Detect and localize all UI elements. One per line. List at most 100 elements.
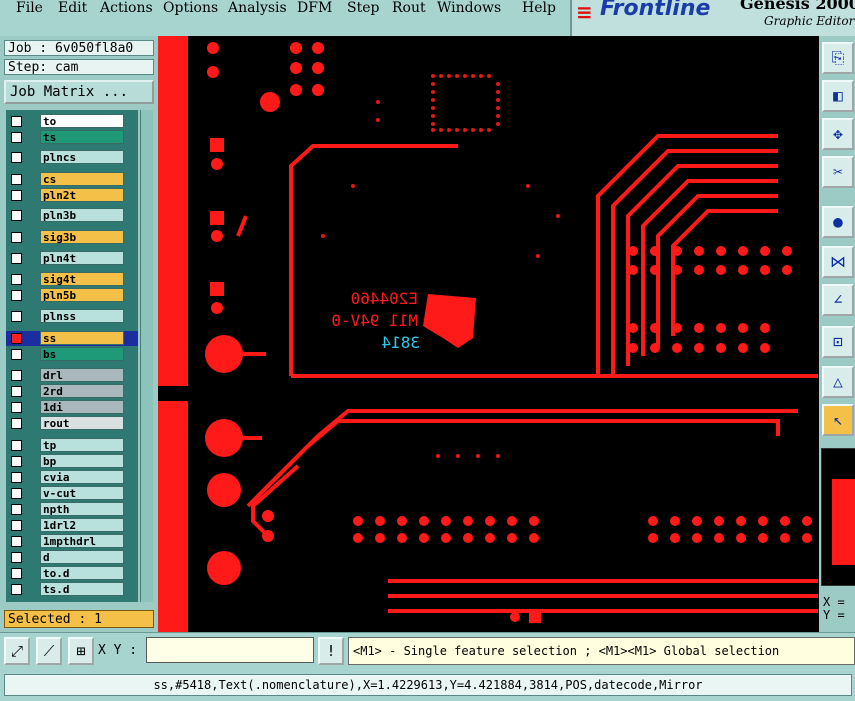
layer-checkbox[interactable]	[11, 232, 22, 243]
menu-dfm[interactable]: DFM	[297, 0, 332, 16]
layer-name[interactable]: sig4t	[40, 272, 124, 286]
layer-name[interactable]: drl	[40, 368, 124, 382]
layer-name[interactable]: 1drl2	[40, 518, 124, 532]
layer-name[interactable]: bs	[40, 347, 124, 361]
layer-row[interactable]: pln2t	[6, 188, 138, 203]
layer-row[interactable]: ts	[6, 130, 138, 145]
menu-file[interactable]: File	[16, 0, 43, 16]
grid-icon[interactable]: ⊞	[68, 637, 94, 665]
menu-rout[interactable]: Rout	[392, 0, 426, 16]
layer-row[interactable]: ss	[6, 331, 138, 346]
layer-name[interactable]: pln4t	[40, 251, 124, 265]
layer-name[interactable]: rout	[40, 416, 124, 430]
layer-checkbox[interactable]	[11, 116, 22, 127]
layer-checkbox[interactable]	[11, 174, 22, 185]
menu-options[interactable]: Options	[163, 0, 218, 16]
graphic-canvas[interactable]: E204460 M11 94V-0 3814	[158, 36, 819, 632]
layer-row[interactable]: pln3b	[6, 208, 138, 223]
layer-row[interactable]: tp	[6, 438, 138, 453]
layer-checkbox[interactable]	[11, 536, 22, 547]
job-matrix-button[interactable]: Job Matrix ...	[4, 80, 154, 104]
layer-name[interactable]: pln2t	[40, 188, 124, 202]
layer-name[interactable]: plncs	[40, 150, 124, 164]
layer-name[interactable]: d	[40, 550, 124, 564]
layer-row[interactable]: bp	[6, 454, 138, 469]
menu-windows[interactable]: Windows	[437, 0, 501, 16]
layer-checkbox[interactable]	[11, 456, 22, 467]
layer-row[interactable]: pln4t	[6, 251, 138, 266]
layer-name[interactable]: plnss	[40, 309, 124, 323]
layer-row[interactable]: 1mpthdrl	[6, 534, 138, 549]
zoom-area-icon[interactable]: ⟋	[36, 637, 62, 665]
zoom-fit-icon[interactable]: ⤢	[4, 637, 30, 665]
layer-row[interactable]: 1drl2	[6, 518, 138, 533]
layer-name[interactable]: ts.d	[40, 582, 124, 596]
layer-row[interactable]: rout	[6, 416, 138, 431]
layer-checkbox[interactable]	[11, 274, 22, 285]
menu-edit[interactable]: Edit	[58, 0, 87, 16]
layer-checkbox[interactable]	[11, 402, 22, 413]
triangle-icon[interactable]: △	[822, 366, 854, 398]
layer-row[interactable]: 2rd	[6, 384, 138, 399]
layer-name[interactable]: ts	[40, 130, 124, 144]
overview-map[interactable]	[821, 448, 855, 586]
layer-name[interactable]: pln3b	[40, 208, 124, 222]
select-pointer-icon[interactable]: ↖	[822, 404, 854, 436]
layer-checkbox[interactable]	[11, 349, 22, 360]
layer-checkbox[interactable]	[11, 190, 22, 201]
layer-checkbox[interactable]	[11, 152, 22, 163]
layer-row[interactable]: ts.d	[6, 582, 138, 597]
layer-name[interactable]: bp	[40, 454, 124, 468]
menu-step[interactable]: Step	[347, 0, 379, 16]
layer-name[interactable]: 1di	[40, 400, 124, 414]
layer-row[interactable]: 1di	[6, 400, 138, 415]
layer-row[interactable]: pln5b	[6, 288, 138, 303]
layer-name[interactable]: 1mpthdrl	[40, 534, 124, 548]
move-icon[interactable]: ✥	[822, 118, 854, 150]
layer-row[interactable]: plncs	[6, 150, 138, 165]
layer-scrollbar[interactable]	[140, 110, 153, 602]
layer-row[interactable]: d	[6, 550, 138, 565]
layer-name[interactable]: cvia	[40, 470, 124, 484]
layer-checkbox[interactable]	[11, 440, 22, 451]
layer-row[interactable]: sig4t	[6, 272, 138, 287]
angle-icon[interactable]: ∠	[822, 284, 854, 316]
layer-checkbox[interactable]	[11, 253, 22, 264]
layer-checkbox[interactable]	[11, 520, 22, 531]
measure-icon[interactable]: ✂	[822, 156, 854, 188]
layer-checkbox[interactable]	[11, 290, 22, 301]
menu-actions[interactable]: Actions	[100, 0, 153, 16]
layer-checkbox[interactable]	[11, 568, 22, 579]
menu-help[interactable]: Help	[522, 0, 556, 16]
layer-checkbox[interactable]	[11, 311, 22, 322]
net-icon[interactable]: ⋈	[822, 246, 854, 278]
xy-input[interactable]	[146, 637, 314, 663]
layer-name[interactable]: sig3b	[40, 230, 124, 244]
layer-row[interactable]: npth	[6, 502, 138, 517]
layer-name[interactable]: pln5b	[40, 288, 124, 302]
layer-row[interactable]: bs	[6, 347, 138, 362]
layer-row[interactable]: drl	[6, 368, 138, 383]
layer-name[interactable]: npth	[40, 502, 124, 516]
layer-name[interactable]: tp	[40, 438, 124, 452]
layer-row[interactable]: plnss	[6, 309, 138, 324]
pad-icon[interactable]: ●	[822, 206, 854, 238]
layer-checkbox[interactable]	[11, 210, 22, 221]
layer-name[interactable]: cs	[40, 172, 124, 186]
drc-icon[interactable]: ⊡	[822, 326, 854, 358]
layer-checkbox[interactable]	[11, 552, 22, 563]
layer-name[interactable]: to.d	[40, 566, 124, 580]
layer-name[interactable]: to	[40, 114, 124, 128]
menu-analysis[interactable]: Analysis	[228, 0, 287, 16]
layer-checkbox[interactable]	[11, 488, 22, 499]
layer-checkbox[interactable]	[11, 386, 22, 397]
layer-checkbox[interactable]	[11, 370, 22, 381]
layer-row[interactable]: sig3b	[6, 230, 138, 245]
clipboard-icon[interactable]: ⎘	[822, 42, 854, 74]
layer-row[interactable]: cs	[6, 172, 138, 187]
layer-row[interactable]: to	[6, 114, 138, 129]
layer-checkbox[interactable]	[11, 504, 22, 515]
warning-icon[interactable]: !	[318, 637, 344, 665]
layer-row[interactable]: to.d	[6, 566, 138, 581]
layer-checkbox[interactable]	[11, 472, 22, 483]
